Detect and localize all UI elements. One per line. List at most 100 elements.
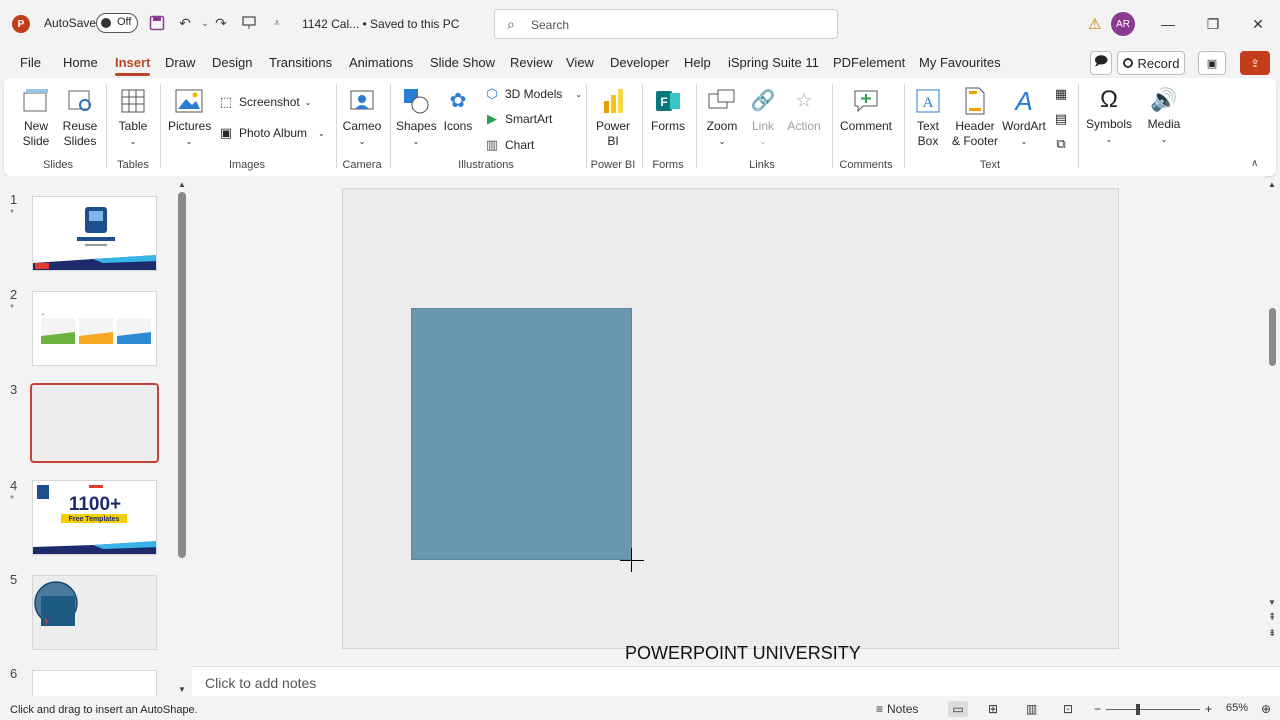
right-scroll-up-icon[interactable]: ▲ (1268, 180, 1276, 189)
notes-toggle-button[interactable]: ≡ Notes (876, 702, 918, 716)
tab-slide-show[interactable]: Slide Show (430, 55, 495, 70)
photo-album-button[interactable]: ▣ Photo Album ⌄ (218, 125, 325, 141)
rectangle-shape[interactable] (411, 308, 632, 560)
zoom-in-icon[interactable]: + (1205, 702, 1212, 716)
table-button[interactable]: Table ⌄ (114, 86, 152, 149)
header-footer-button[interactable]: Header & Footer (950, 86, 1000, 149)
menu-bar: File Home Insert Draw Design Transitions… (0, 48, 1280, 78)
tab-my-favourites[interactable]: My Favourites (919, 55, 1001, 70)
cameo-button[interactable]: Cameo ⌄ (342, 86, 382, 149)
group-label-slides: Slides (43, 159, 73, 171)
header-footer-icon (960, 86, 990, 116)
slide-show-button[interactable]: ⊡ (1063, 702, 1073, 716)
tab-ispring[interactable]: iSpring Suite 11 (728, 55, 819, 70)
symbols-button[interactable]: Ω Symbols ⌄ (1086, 84, 1132, 147)
forms-button[interactable]: F Forms (648, 86, 688, 134)
object-icon: ⧉ (1056, 136, 1066, 151)
new-slide-button[interactable]: New Slide (16, 86, 56, 149)
slide-thumbnail-2[interactable]: “ (32, 291, 157, 366)
media-dropdown-icon: ⌄ (1160, 135, 1168, 144)
link-button[interactable]: 🔗 Link ⌄ (746, 86, 780, 149)
zoom-out-icon[interactable]: − (1094, 702, 1101, 716)
icons-button[interactable]: ✿ Icons (440, 86, 476, 134)
tab-developer[interactable]: Developer (610, 55, 669, 70)
tab-view[interactable]: View (566, 55, 594, 70)
slide-footer-text[interactable]: POWERPOINT UNIVERSITY (625, 643, 861, 664)
teams-present-button[interactable]: ▣ (1198, 51, 1226, 75)
symbols-dropdown-icon: ⌄ (1105, 135, 1113, 144)
tab-review[interactable]: Review (510, 55, 553, 70)
chart-button[interactable]: ▥ Chart (484, 137, 535, 153)
share-button[interactable]: ⇪ (1240, 51, 1270, 75)
next-slide-icon[interactable]: ⇟ (1268, 628, 1276, 639)
slide-thumbnails-pane: 1 * 2 * “ 3 4 * 1100+ Free Templates 5 6 (0, 176, 192, 696)
power-bi-label: Power BI (595, 119, 630, 148)
tab-pdfelement[interactable]: PDFelement (833, 55, 905, 70)
restore-icon[interactable]: ❐ (1201, 12, 1225, 36)
text-box-button[interactable]: A Text Box (910, 86, 946, 149)
tab-design[interactable]: Design (212, 55, 252, 70)
record-button[interactable]: Record (1117, 51, 1185, 75)
zoom-slider[interactable] (1106, 709, 1200, 710)
power-bi-button[interactable]: Power BI (592, 86, 634, 149)
tab-file[interactable]: File (20, 55, 41, 70)
reading-view-button[interactable]: ▥ (1026, 702, 1037, 716)
3d-models-button[interactable]: ⬡ 3D Models ⌄ (484, 86, 582, 102)
tab-animations[interactable]: Animations (349, 55, 413, 70)
previous-slide-icon[interactable]: ⇞ (1268, 612, 1276, 623)
media-button[interactable]: 🔊 Media ⌄ (1144, 84, 1184, 147)
slide-thumbnail-6[interactable] (32, 670, 157, 696)
wordart-button[interactable]: A WordArt ⌄ (1002, 86, 1046, 149)
slide-thumbnail-4[interactable]: 1100+ Free Templates (32, 480, 157, 555)
date-time-button[interactable]: ▦ (1053, 86, 1069, 102)
collapse-ribbon-icon[interactable]: ∧ (1251, 158, 1258, 169)
close-icon[interactable]: ✕ (1246, 12, 1270, 36)
tab-insert[interactable]: Insert (115, 55, 151, 76)
comments-pane-button[interactable]: 🗩 (1090, 51, 1112, 75)
scroll-down-icon[interactable]: ▼ (178, 685, 186, 694)
slide-thumbnail-3-selected[interactable] (30, 383, 159, 463)
autosave-toggle[interactable]: Off (96, 13, 138, 33)
comment-button[interactable]: Comment (838, 86, 894, 134)
zoom-slider-thumb[interactable] (1136, 704, 1140, 715)
undo-icon[interactable]: ↶ (176, 14, 194, 32)
slide-sorter-button[interactable]: ⊞ (988, 702, 998, 716)
warning-icon[interactable]: ⚠ (1088, 15, 1104, 33)
shapes-button[interactable]: Shapes ⌄ (396, 86, 437, 149)
svg-text:A: A (923, 95, 934, 111)
smartart-button[interactable]: ▶ SmartArt (484, 111, 552, 127)
present-from-start-icon[interactable] (240, 14, 258, 32)
action-button[interactable]: ☆ Action (784, 86, 824, 134)
tab-draw[interactable]: Draw (165, 55, 195, 70)
save-icon[interactable] (148, 14, 166, 32)
redo-icon[interactable]: ↷ (212, 14, 230, 32)
reuse-slides-button[interactable]: Reuse Slides (60, 86, 100, 149)
fit-to-window-icon[interactable]: ⊕ (1261, 702, 1271, 716)
pictures-button[interactable]: Pictures ⌄ (168, 86, 211, 149)
link-icon: 🔗 (750, 89, 776, 112)
document-title[interactable]: 1142 Cal... • Saved to this PC (302, 17, 459, 31)
autosave-label: AutoSave (44, 16, 97, 30)
object-button[interactable]: ⧉ (1053, 136, 1069, 152)
thumbnails-scrollbar[interactable] (178, 192, 186, 558)
screenshot-button[interactable]: ⬚ Screenshot ⌄ (218, 94, 312, 110)
tab-help[interactable]: Help (684, 55, 711, 70)
icons-label: Icons (443, 119, 473, 133)
normal-view-button[interactable]: ▭ (948, 701, 968, 717)
slide-thumbnail-5[interactable] (32, 575, 157, 650)
slide-thumbnail-1[interactable] (32, 196, 157, 271)
minimize-icon[interactable]: — (1156, 12, 1180, 36)
zoom-button[interactable]: Zoom ⌄ (704, 86, 740, 149)
search-input[interactable]: ⌕ Search (494, 9, 838, 39)
notes-pane[interactable]: Click to add notes (192, 666, 1280, 696)
tab-transitions[interactable]: Transitions (269, 55, 332, 70)
slide-number-button[interactable]: ▤ (1053, 111, 1069, 127)
avatar[interactable]: AR (1111, 12, 1135, 36)
slide-scrollbar[interactable] (1269, 308, 1276, 366)
tab-home[interactable]: Home (63, 55, 98, 70)
scroll-up-icon[interactable]: ▲ (178, 180, 186, 189)
zoom-level[interactable]: 65% (1226, 702, 1248, 714)
right-scroll-down-icon[interactable]: ▼ (1268, 598, 1276, 607)
customize-toolbar-icon[interactable]: ⩡ (268, 14, 286, 32)
link-label: Link (751, 119, 774, 133)
